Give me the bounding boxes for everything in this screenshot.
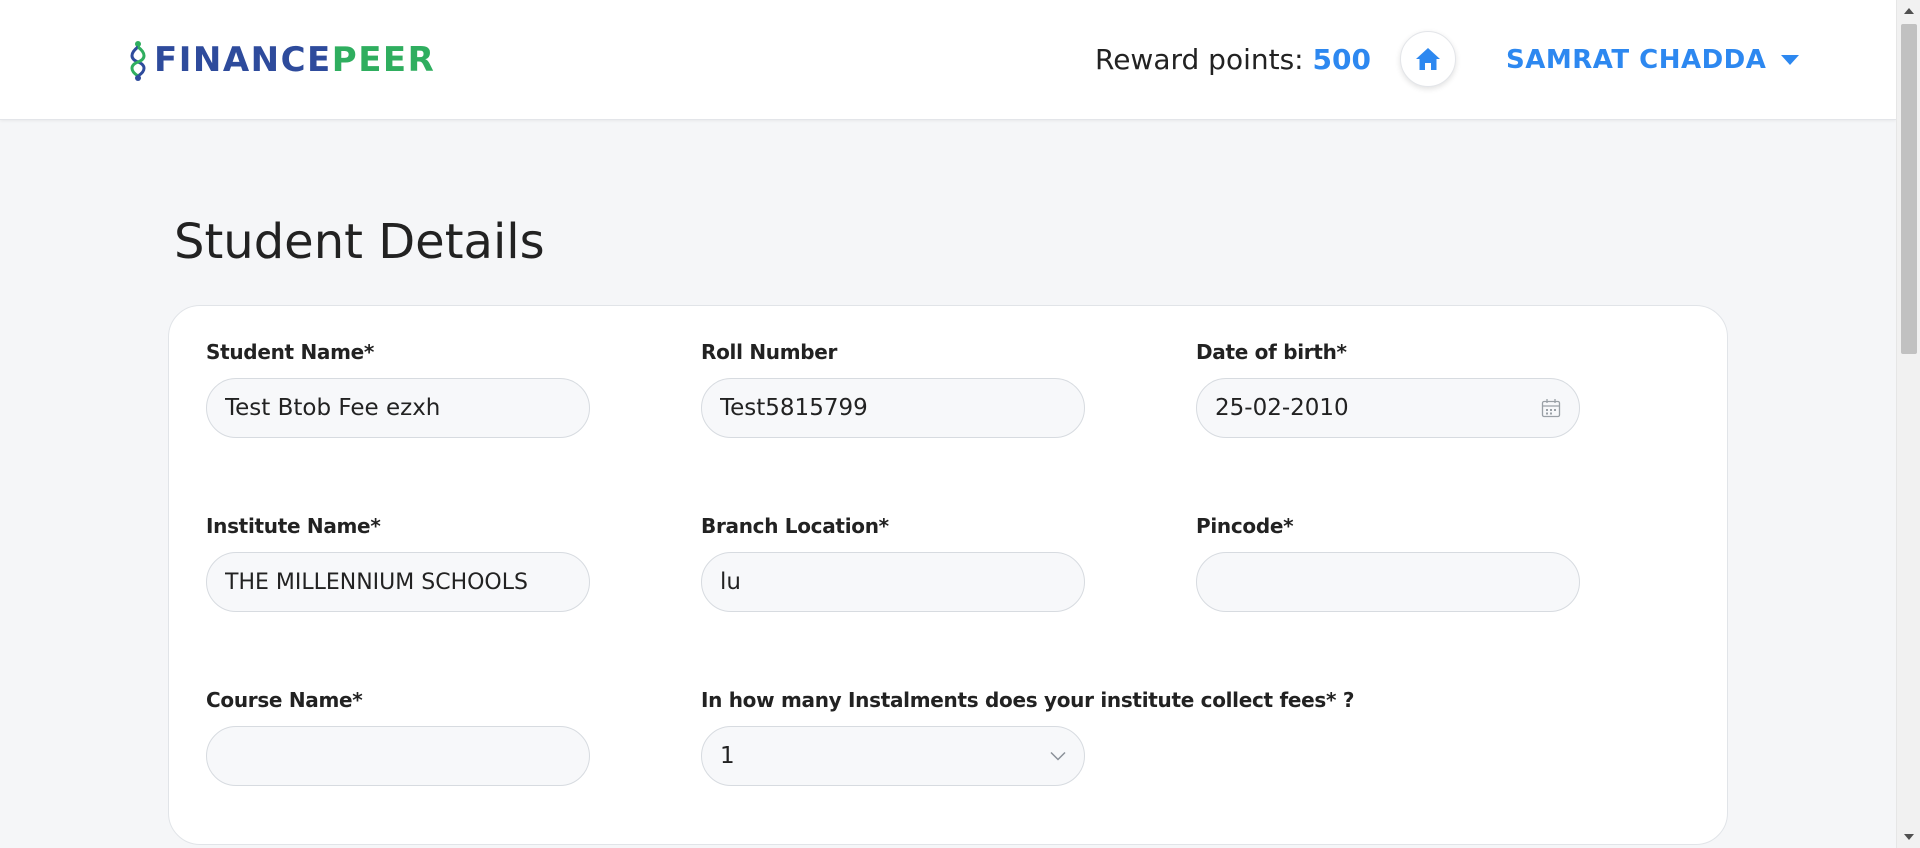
logo-mark-icon — [130, 41, 146, 81]
institute-name-input[interactable] — [225, 569, 571, 595]
scroll-thumb[interactable] — [1901, 24, 1917, 354]
home-icon — [1416, 48, 1440, 70]
date-of-birth-field: Date of birth* — [1196, 338, 1580, 438]
instalments-selected-value: 1 — [720, 743, 735, 769]
instalments-select[interactable]: 1 — [701, 726, 1085, 786]
page-title: Student Details — [174, 214, 545, 270]
reward-points: Reward points: 500 — [1095, 40, 1371, 80]
student-name-field: Student Name* — [206, 338, 590, 438]
pincode-input[interactable] — [1215, 569, 1561, 595]
page: FINANCEPEER Reward points: 500 SAMRAT CH… — [0, 0, 1920, 848]
student-details-card: Student Name* Roll Number Date of birth* — [168, 305, 1728, 845]
student-name-input-wrapper — [206, 378, 590, 438]
course-name-field: Course Name* — [206, 686, 590, 786]
scroll-down-arrow-icon — [1904, 834, 1914, 840]
branch-location-field: Branch Location* — [701, 512, 1085, 612]
roll-number-input[interactable] — [720, 395, 1066, 421]
scroll-down-button[interactable] — [1897, 826, 1920, 848]
course-name-label: Course Name* — [206, 688, 363, 712]
pincode-label: Pincode* — [1196, 514, 1294, 538]
branch-location-label: Branch Location* — [701, 514, 889, 538]
top-header: FINANCEPEER Reward points: 500 SAMRAT CH… — [0, 0, 1896, 120]
home-button[interactable] — [1400, 31, 1456, 87]
scroll-up-button[interactable] — [1897, 0, 1920, 22]
reward-points-label: Reward points: — [1095, 43, 1313, 76]
chevron-down-icon — [1050, 751, 1066, 761]
date-of-birth-input[interactable] — [1215, 395, 1561, 421]
student-name-label: Student Name* — [206, 340, 375, 364]
pincode-field: Pincode* — [1196, 512, 1580, 612]
institute-name-input-wrapper — [206, 552, 590, 612]
branch-location-input-wrapper — [701, 552, 1085, 612]
course-name-input[interactable] — [225, 743, 571, 769]
instalments-field: In how many Instalments does your instit… — [701, 686, 1355, 786]
date-of-birth-input-wrapper — [1196, 378, 1580, 438]
page-scrollbar[interactable] — [1896, 0, 1920, 848]
roll-number-field: Roll Number — [701, 338, 1085, 438]
institute-name-label: Institute Name* — [206, 514, 381, 538]
course-name-input-wrapper — [206, 726, 590, 786]
logo-peer-text: PEER — [331, 40, 436, 80]
instalments-label: In how many Instalments does your instit… — [701, 688, 1355, 712]
logo-wordmark: FINANCEPEER — [154, 38, 435, 82]
roll-number-label: Roll Number — [701, 340, 838, 364]
roll-number-input-wrapper — [701, 378, 1085, 438]
calendar-icon[interactable] — [1541, 398, 1561, 418]
student-name-input[interactable] — [225, 395, 571, 421]
caret-down-icon — [1781, 55, 1800, 65]
reward-points-value: 500 — [1312, 43, 1371, 76]
logo-finance-text: FINANCE — [154, 40, 332, 80]
user-menu-button[interactable]: SAMRAT CHADDA — [1506, 40, 1800, 80]
scroll-up-arrow-icon — [1904, 8, 1914, 14]
date-of-birth-label: Date of birth* — [1196, 340, 1347, 364]
pincode-input-wrapper — [1196, 552, 1580, 612]
financepeer-logo[interactable]: FINANCEPEER — [128, 38, 435, 82]
branch-location-input[interactable] — [720, 569, 1066, 595]
institute-name-field: Institute Name* — [206, 512, 590, 612]
user-name: SAMRAT CHADDA — [1506, 45, 1767, 75]
